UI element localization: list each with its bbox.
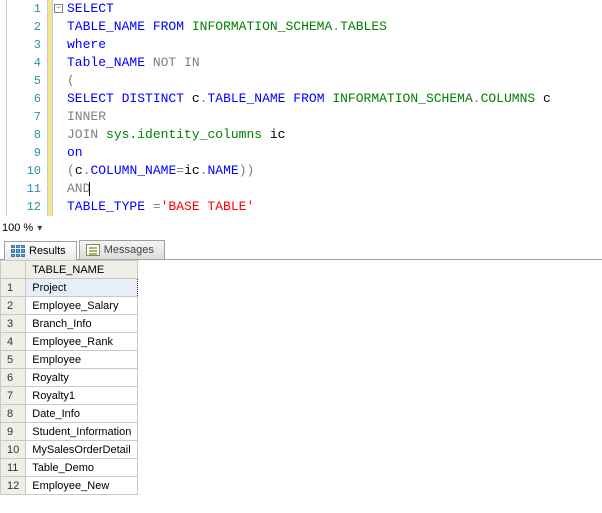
tab-results[interactable]: Results xyxy=(4,241,77,260)
table-row: 8Date_Info xyxy=(1,405,138,423)
table-row: 6Royalty xyxy=(1,369,138,387)
cell[interactable]: Employee_New xyxy=(26,477,138,495)
table-row: 5Employee xyxy=(1,351,138,369)
table-row: 12Employee_New xyxy=(1,477,138,495)
tab-results-label: Results xyxy=(29,245,66,257)
row-header[interactable]: 9 xyxy=(1,423,26,441)
table-row: 3Branch_Info xyxy=(1,315,138,333)
grid-corner[interactable] xyxy=(1,261,26,279)
messages-icon xyxy=(86,244,100,256)
row-header[interactable]: 8 xyxy=(1,405,26,423)
cell[interactable]: Employee_Rank xyxy=(26,333,138,351)
table-row: 2Employee_Salary xyxy=(1,297,138,315)
row-header[interactable]: 3 xyxy=(1,315,26,333)
row-header[interactable]: 7 xyxy=(1,387,26,405)
tab-messages[interactable]: Messages xyxy=(79,240,165,259)
row-header[interactable]: 2 xyxy=(1,297,26,315)
cell[interactable]: Employee xyxy=(26,351,138,369)
table-row: 7Royalty1 xyxy=(1,387,138,405)
tab-messages-label: Messages xyxy=(104,244,154,256)
results-grid[interactable]: TABLE_NAME 1Project 2Employee_Salary 3Br… xyxy=(0,260,602,495)
cell[interactable]: Branch_Info xyxy=(26,315,138,333)
cell[interactable]: Royalty xyxy=(26,369,138,387)
row-header[interactable]: 1 xyxy=(1,279,26,297)
zoom-toolbar: 100 % ▾ xyxy=(0,216,602,238)
table-row: 11Table_Demo xyxy=(1,459,138,477)
line-number-gutter: 1 2 3 4 5 6 7 8 9 10 11 12 xyxy=(7,0,47,216)
table-row: 4Employee_Rank xyxy=(1,333,138,351)
cell[interactable]: Project xyxy=(26,279,138,297)
row-header[interactable]: 12 xyxy=(1,477,26,495)
cell[interactable]: Student_Information xyxy=(26,423,138,441)
outline-bar[interactable]: − xyxy=(53,0,65,216)
table-row: 1Project xyxy=(1,279,138,297)
row-header[interactable]: 4 xyxy=(1,333,26,351)
zoom-level[interactable]: 100 % xyxy=(2,222,33,234)
row-header[interactable]: 11 xyxy=(1,459,26,477)
cell[interactable]: Royalty1 xyxy=(26,387,138,405)
results-tabstrip: Results Messages xyxy=(0,240,602,260)
row-header[interactable]: 10 xyxy=(1,441,26,459)
row-header[interactable]: 6 xyxy=(1,369,26,387)
column-header-table-name[interactable]: TABLE_NAME xyxy=(26,261,138,279)
cell[interactable]: MySalesOrderDetail xyxy=(26,441,138,459)
sql-editor[interactable]: 1 2 3 4 5 6 7 8 9 10 11 12 − SELECT TABL… xyxy=(0,0,602,216)
chevron-down-icon[interactable]: ▾ xyxy=(37,223,42,234)
grid-icon xyxy=(11,245,25,257)
cell[interactable]: Date_Info xyxy=(26,405,138,423)
cell[interactable]: Table_Demo xyxy=(26,459,138,477)
row-header[interactable]: 5 xyxy=(1,351,26,369)
table-row: 9Student_Information xyxy=(1,423,138,441)
text-cursor xyxy=(89,182,90,196)
code-text-area[interactable]: SELECT TABLE_NAME FROM INFORMATION_SCHEM… xyxy=(65,0,602,216)
table-row: 10MySalesOrderDetail xyxy=(1,441,138,459)
cell[interactable]: Employee_Salary xyxy=(26,297,138,315)
collapse-toggle-icon[interactable]: − xyxy=(54,4,63,13)
